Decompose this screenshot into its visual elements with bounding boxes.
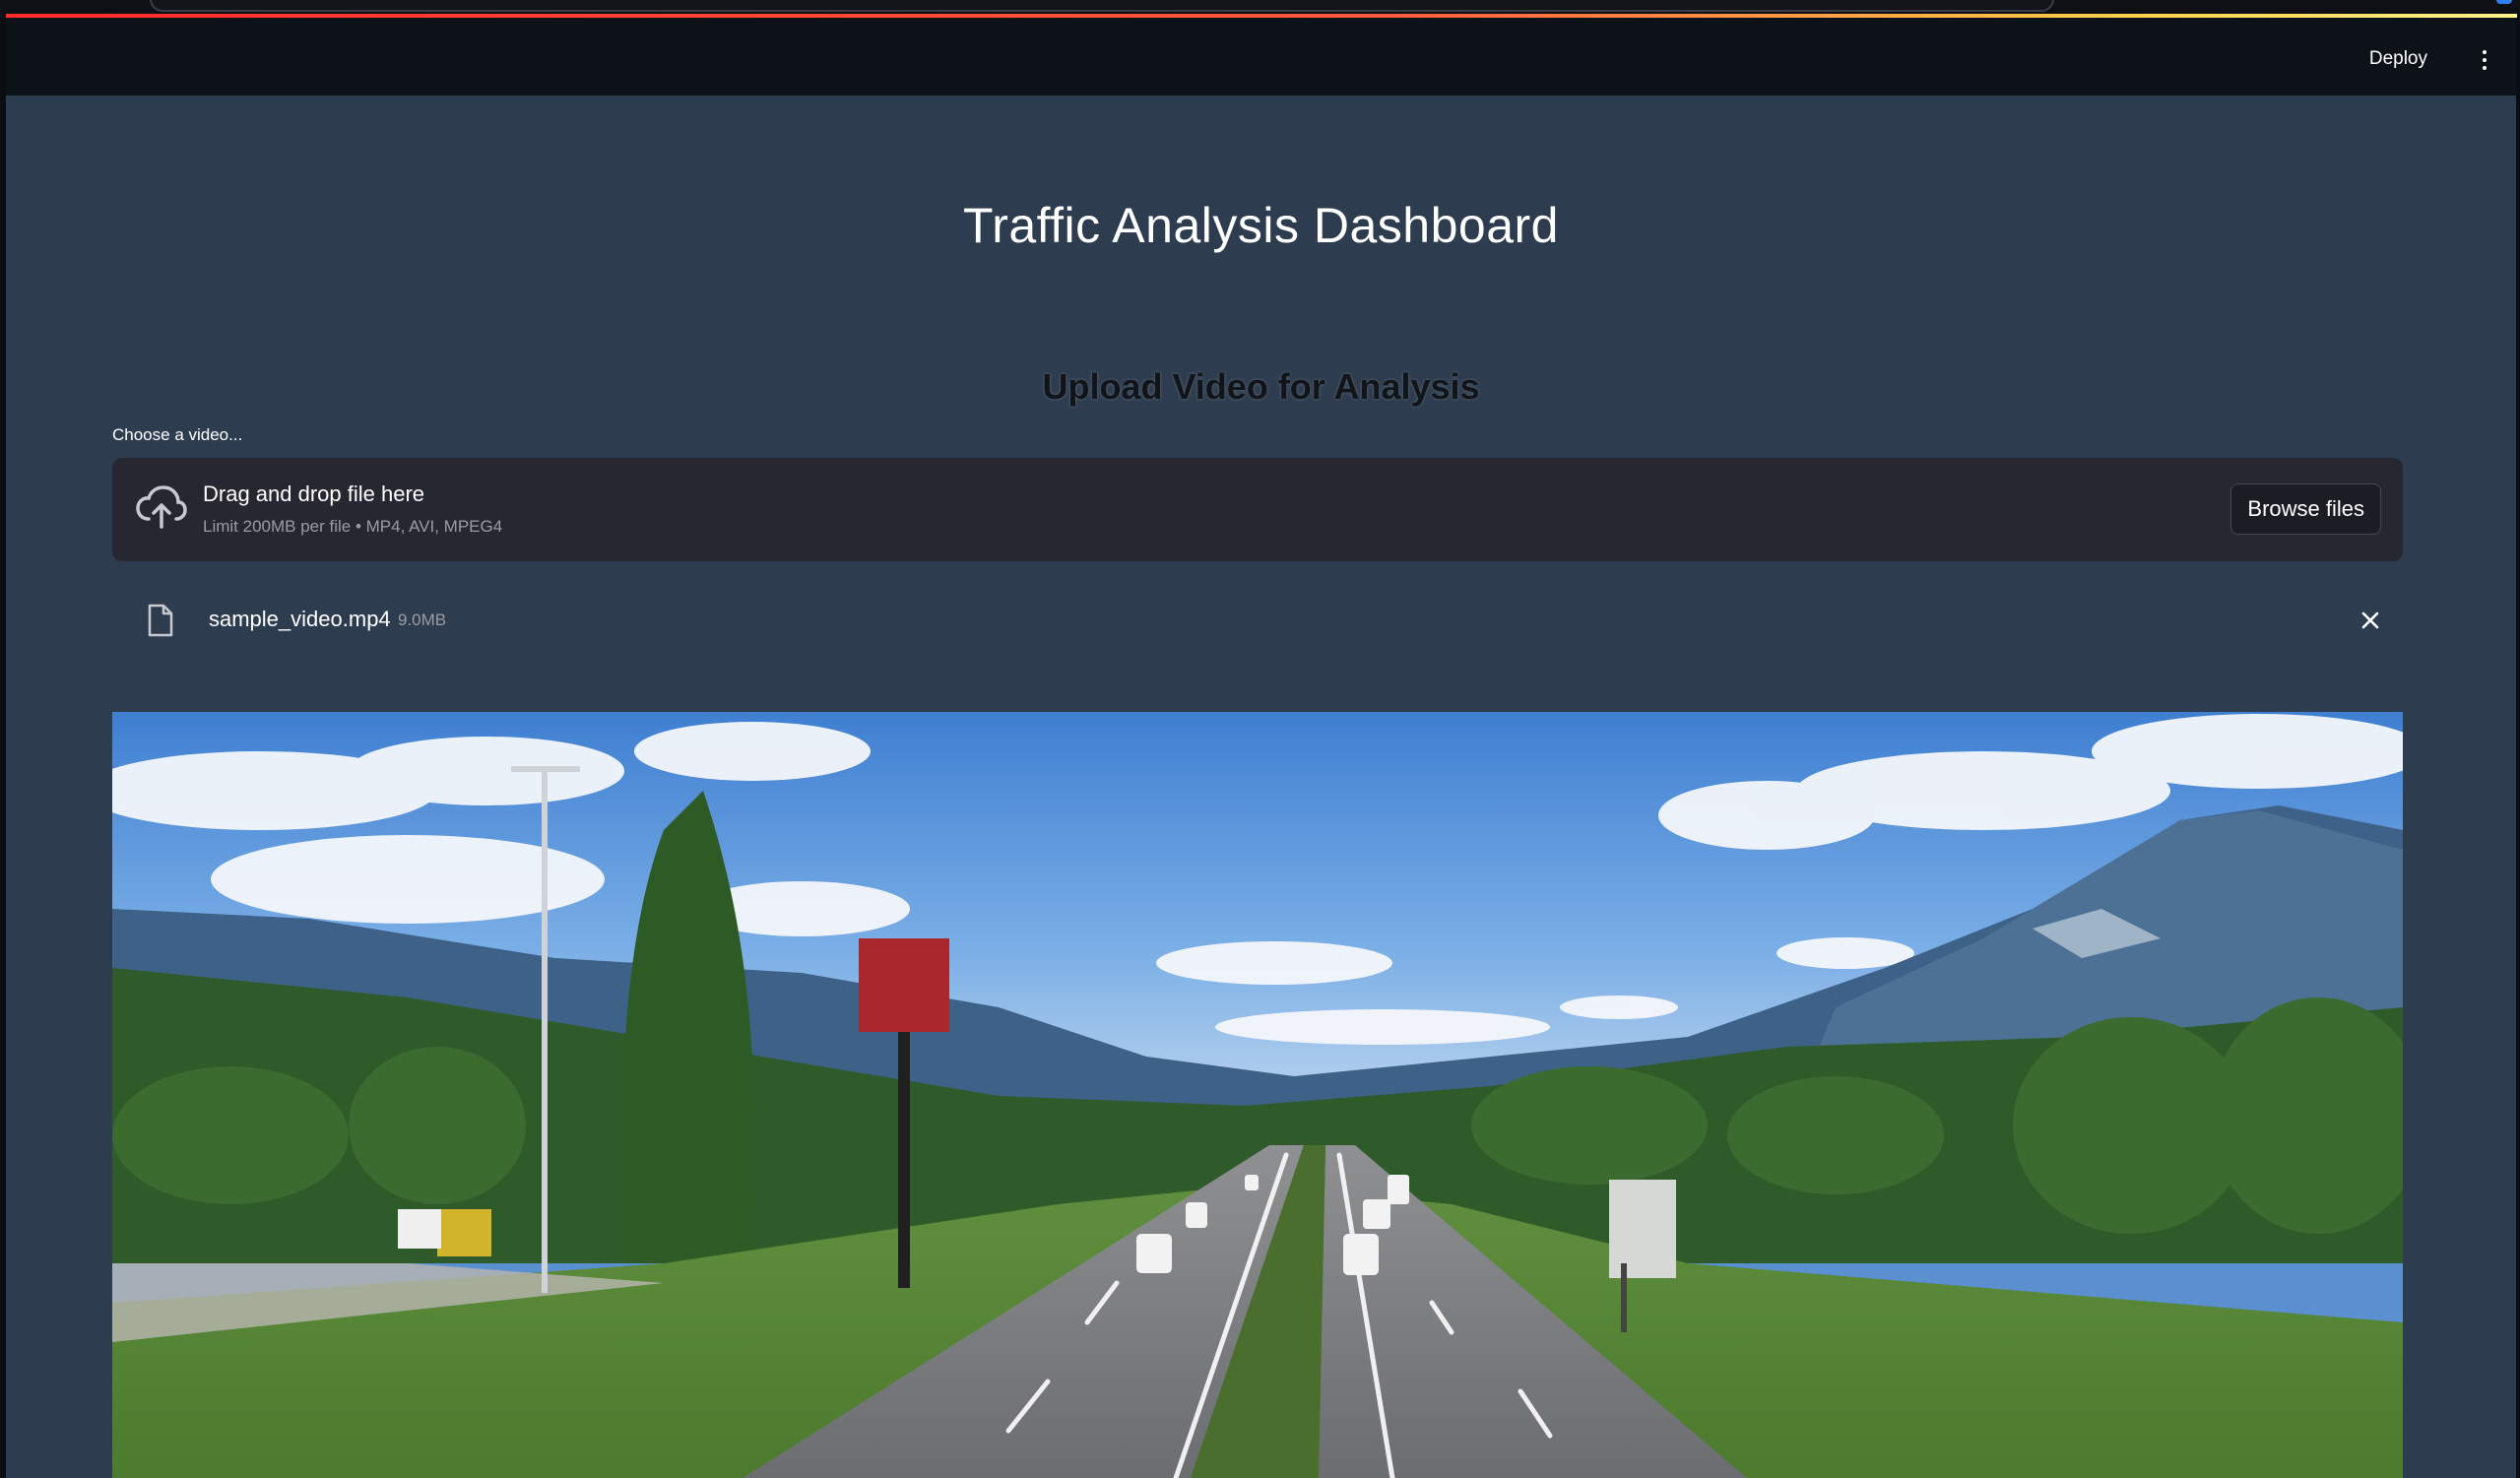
app-container: Deploy Traffic Analysis Dashboard Upload…: [6, 18, 2516, 1478]
uploaded-file-row: sample_video.mp4 9.0MB: [112, 584, 2403, 643]
video-frame-image: [112, 712, 2403, 1478]
page-title: Traffic Analysis Dashboard: [963, 198, 1559, 253]
uploaded-file-size: 9.0MB: [398, 610, 447, 629]
browse-files-button[interactable]: Browse files: [2230, 483, 2381, 535]
uploader-label: Choose a video...: [112, 425, 243, 444]
uploaded-file-name: sample_video.mp4: [209, 607, 391, 631]
kebab-menu-icon[interactable]: [2481, 50, 2488, 70]
browser-address-bar[interactable]: [150, 0, 2054, 12]
browser-indicator: [2496, 0, 2512, 4]
cloud-upload-icon: [136, 485, 187, 529]
file-dropzone[interactable]: Drag and drop file here Limit 200MB per …: [112, 458, 2403, 561]
close-icon[interactable]: [2358, 608, 2383, 633]
file-icon: [148, 604, 173, 637]
dropzone-hint: Limit 200MB per file • MP4, AVI, MPEG4: [203, 517, 503, 536]
section-heading: Upload Video for Analysis: [1042, 366, 1480, 407]
app-header: Deploy: [6, 18, 2516, 96]
dropzone-title: Drag and drop file here: [203, 482, 425, 506]
video-player[interactable]: [112, 712, 2403, 1478]
deploy-button[interactable]: Deploy: [2369, 48, 2427, 70]
